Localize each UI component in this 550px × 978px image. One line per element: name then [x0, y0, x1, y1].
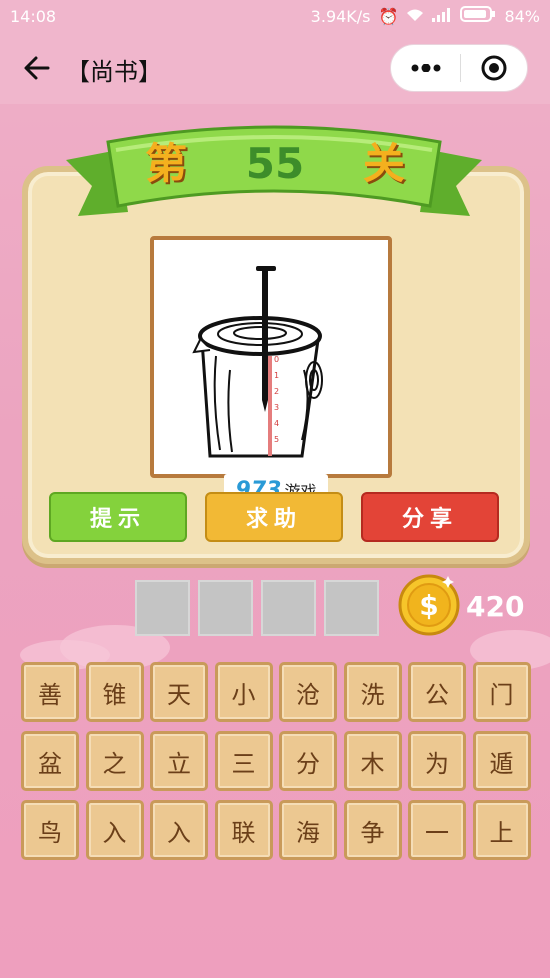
char-tile[interactable]: 入 [85, 800, 144, 860]
char-tile[interactable]: 为 [408, 731, 466, 791]
signal-icon [432, 7, 452, 26]
more-dots-icon[interactable] [391, 44, 460, 92]
level-prefix: 第 [145, 139, 188, 188]
char-tile[interactable]: 联 [214, 800, 273, 860]
answer-slot[interactable] [135, 580, 190, 636]
answer-slot[interactable] [261, 580, 316, 636]
svg-text:4: 4 [274, 419, 279, 428]
hint-button[interactable]: 提示 [49, 492, 187, 542]
svg-text:3: 3 [274, 403, 279, 412]
char-tile[interactable]: 入 [150, 800, 208, 860]
char-tile[interactable]: 沧 [279, 662, 337, 722]
battery-icon [460, 6, 496, 26]
level-title: 第 55 关 [0, 130, 550, 191]
char-tile[interactable]: 之 [85, 731, 144, 791]
char-tile[interactable]: 分 [279, 731, 337, 791]
char-tile[interactable]: 门 [472, 662, 531, 722]
puzzle-image: 0 1 2 3 4 5 [150, 236, 392, 478]
svg-text:$: $ [419, 589, 438, 622]
alarm-icon: ⏰ [378, 6, 399, 26]
mini-program-capsule [390, 44, 528, 92]
svg-text:1: 1 [274, 371, 279, 380]
char-tile[interactable]: 木 [343, 731, 402, 791]
answer-slot[interactable] [198, 580, 253, 636]
close-target-icon[interactable] [461, 44, 527, 92]
back-arrow-icon[interactable] [22, 54, 52, 82]
char-tile[interactable]: 天 [150, 662, 208, 722]
battery-level: 84% [504, 6, 540, 26]
char-tile[interactable]: 鸟 [21, 800, 79, 860]
char-tile[interactable]: 锥 [85, 662, 144, 722]
char-tile[interactable]: 海 [279, 800, 337, 860]
svg-text:0: 0 [274, 355, 279, 364]
help-button[interactable]: 求助 [205, 492, 343, 542]
share-button[interactable]: 分享 [361, 492, 499, 542]
status-bar: 14:08 3.94K/s ⏰ 84% [0, 0, 550, 32]
char-tile[interactable]: 善 [21, 662, 79, 722]
char-tile[interactable]: 小 [214, 662, 273, 722]
char-tile[interactable]: 立 [150, 731, 208, 791]
coin-count: 420 [466, 590, 525, 623]
character-grid: 善 锥 天 小 沧 洗 公 门 盆 之 立 三 分 木 为 遁 鸟 入 入 联 … [21, 662, 531, 860]
level-suffix: 关 [362, 139, 405, 188]
page-title: 【尚书】 [66, 58, 162, 86]
svg-text:2: 2 [274, 387, 279, 396]
answer-slot[interactable] [324, 580, 379, 636]
char-tile[interactable]: 三 [214, 731, 273, 791]
char-tile[interactable]: 争 [343, 800, 402, 860]
char-tile[interactable]: 洗 [343, 662, 402, 722]
char-tile[interactable]: 上 [472, 800, 531, 860]
nav-bar: 【尚书】 [0, 32, 550, 104]
char-tile[interactable]: 公 [408, 662, 466, 722]
nail-in-stump-illustration: 0 1 2 3 4 5 [192, 266, 323, 458]
char-tile[interactable]: 一 [408, 800, 466, 860]
char-tile[interactable]: 盆 [21, 731, 79, 791]
level-number: 55 [245, 139, 305, 188]
answer-slots [135, 580, 379, 636]
network-speed: 3.94K/s [310, 6, 371, 26]
svg-text:5: 5 [274, 435, 279, 444]
char-tile[interactable]: 遁 [472, 731, 531, 791]
wifi-icon [406, 7, 424, 26]
coin-icon: $ [398, 574, 460, 636]
status-time: 14:08 [10, 6, 57, 26]
